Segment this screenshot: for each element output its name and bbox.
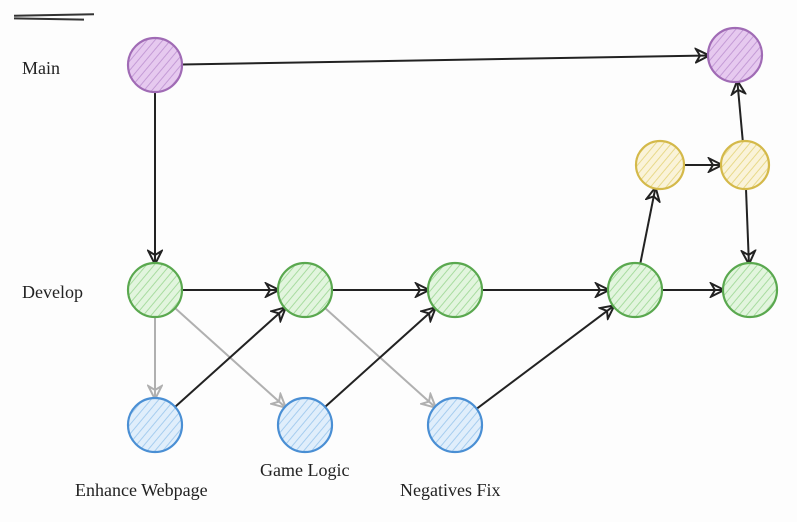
edge-m1-m2 xyxy=(182,56,708,65)
edge-d4-h1 xyxy=(640,189,655,264)
edge-h2-m2 xyxy=(737,82,742,141)
edge-h2-d5 xyxy=(746,189,749,263)
commit-d5 xyxy=(723,263,777,317)
edge-f3-d4 xyxy=(477,306,614,409)
commit-m1 xyxy=(128,38,182,92)
branch-label-enhance: Enhance Webpage xyxy=(75,480,208,501)
commit-h1 xyxy=(636,141,684,189)
branch-label-negatives: Negatives Fix xyxy=(400,480,501,501)
branch-label-game: Game Logic xyxy=(260,460,349,481)
branch-label-develop: Develop xyxy=(22,282,83,303)
commit-d2 xyxy=(278,263,332,317)
commit-f1 xyxy=(128,398,182,452)
commit-d4 xyxy=(608,263,662,317)
commit-d1 xyxy=(128,263,182,317)
git-branch-diagram xyxy=(0,0,797,522)
title-underline xyxy=(14,14,94,24)
commit-h2 xyxy=(721,141,769,189)
commit-f2 xyxy=(278,398,332,452)
commit-d3 xyxy=(428,263,482,317)
commit-m2 xyxy=(708,28,762,82)
commit-f3 xyxy=(428,398,482,452)
branch-label-main: Main xyxy=(22,58,60,79)
